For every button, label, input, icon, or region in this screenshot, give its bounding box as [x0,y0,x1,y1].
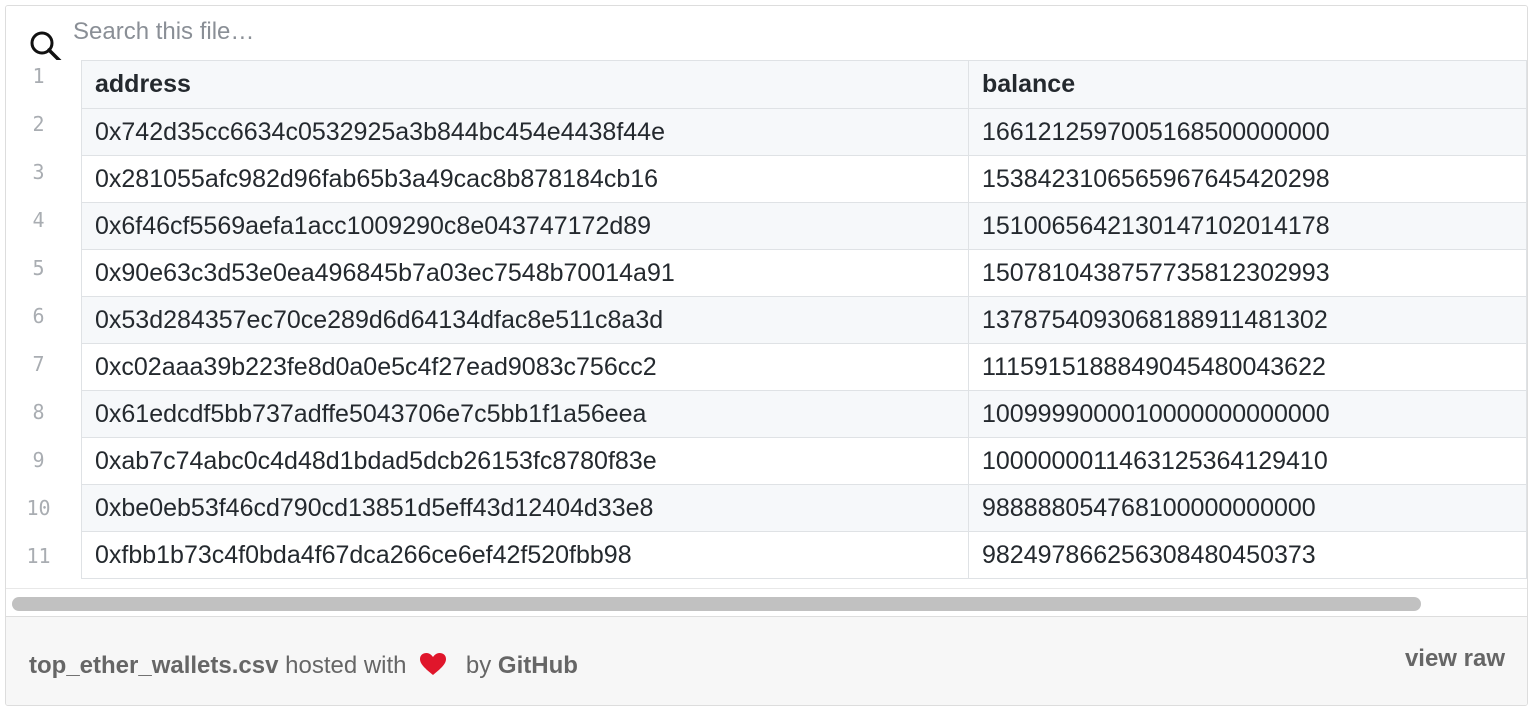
table-row: 0x6f46cf5569aefa1acc1009290c8e043747172d… [81,202,1527,250]
table-row: 0x53d284357ec70ce289d6d64134dfac8e511c8a… [81,296,1527,344]
address-cell: 0x53d284357ec70ce289d6d64134dfac8e511c8a… [81,296,969,344]
balance-cell: 1507810438757735812302993 [968,249,1527,297]
line-number[interactable]: 4 [6,208,71,232]
address-cell: 0x742d35cc6634c0532925a3b844bc454e4438f4… [81,108,969,156]
search-bar [6,6,1527,64]
gist-meta-text: top_ether_wallets.csv hosted with by Git… [29,652,578,680]
line-number[interactable]: 7 [6,352,71,376]
balance-cell: 1000000011463125364129410 [968,437,1527,485]
horizontal-scrollbar[interactable] [6,588,1527,615]
csv-table-area: 1 2 3 4 5 6 7 8 9 10 11 address balance 0x742d35cc… [6,60,1527,588]
github-link[interactable]: GitHub [498,652,578,679]
line-number[interactable]: 11 [6,544,71,568]
balance-cell: 1378754093068188911481302 [968,296,1527,344]
balance-cell: 1115915188849045480043622 [968,343,1527,391]
address-cell: 0xbe0eb53f46cd790cd13851d5eff43d12404d33… [81,484,969,532]
table-row: 0x61edcdf5bb737adffe5043706e7c5bb1f1a56e… [81,390,1527,438]
line-number[interactable]: 9 [6,448,71,472]
address-cell: 0xab7c74abc0c4d48d1bdad5dcb26153fc8780f8… [81,437,969,485]
balance-cell: 1661212597005168500000000 [968,108,1527,156]
hosted-with-text: hosted with [278,652,407,679]
view-raw-link[interactable]: view raw [1405,645,1505,673]
balance-cell: 1510065642130147102014178 [968,202,1527,250]
table-row: 0xfbb1b73c4f0bda4f67dca266ce6ef42f520fbb… [81,531,1527,579]
balance-cell: 982497866256308480450373 [968,531,1527,579]
line-number[interactable]: 10 [6,496,71,520]
file-name-link[interactable]: top_ether_wallets.csv [29,652,278,679]
table-row: 0x742d35cc6634c0532925a3b844bc454e4438f4… [81,108,1527,156]
scrollbar-thumb[interactable] [12,597,1421,611]
gist-footer: top_ether_wallets.csv hosted with by Git… [6,616,1527,705]
address-cell: 0x90e63c3d53e0ea496845b7a03ec7548b70014a… [81,249,969,297]
table-body: 0x742d35cc6634c0532925a3b844bc454e4438f4… [81,108,1527,579]
column-header-balance[interactable]: balance [968,60,1527,109]
table-row: 0x281055afc982d96fab65b3a49cac8b878184cb… [81,155,1527,203]
column-header-address[interactable]: address [81,60,969,109]
address-cell: 0x61edcdf5bb737adffe5043706e7c5bb1f1a56e… [81,390,969,438]
address-cell: 0xc02aaa39b223fe8d0a0e5c4f27ead9083c756c… [81,343,969,391]
table-row: 0xab7c74abc0c4d48d1bdad5dcb26153fc8780f8… [81,437,1527,485]
table-row: 0xbe0eb53f46cd790cd13851d5eff43d12404d33… [81,484,1527,532]
line-number-gutter: 1 2 3 4 5 6 7 8 9 10 11 [6,60,81,588]
balance-cell: 1538423106565967645420298 [968,155,1527,203]
heart-icon [420,653,447,675]
line-number[interactable]: 6 [6,304,71,328]
address-cell: 0x6f46cf5569aefa1acc1009290c8e043747172d… [81,202,969,250]
search-input[interactable] [73,14,1273,50]
csv-table: address balance 0x742d35cc6634c0532925a3… [81,60,1527,579]
header-row: address balance [81,60,1527,109]
line-number[interactable]: 3 [6,160,71,184]
address-cell: 0xfbb1b73c4f0bda4f67dca266ce6ef42f520fbb… [81,531,969,579]
balance-cell: 1009999000010000000000000 [968,390,1527,438]
line-number[interactable]: 2 [6,112,71,136]
by-text: by [465,652,492,679]
table-row: 0x90e63c3d53e0ea496845b7a03ec7548b70014a… [81,249,1527,297]
gist-embed: 1 2 3 4 5 6 7 8 9 10 11 address balance 0x742d35cc… [5,5,1528,706]
line-number[interactable]: 5 [6,256,71,280]
line-number[interactable]: 8 [6,400,71,424]
balance-cell: 988888054768100000000000 [968,484,1527,532]
line-number[interactable]: 1 [6,64,71,88]
table-row: 0xc02aaa39b223fe8d0a0e5c4f27ead9083c756c… [81,343,1527,391]
address-cell: 0x281055afc982d96fab65b3a49cac8b878184cb… [81,155,969,203]
